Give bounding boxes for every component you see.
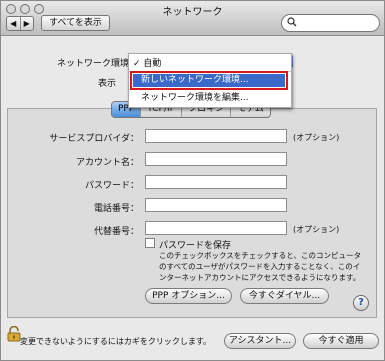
account-name-input[interactable] xyxy=(145,152,287,166)
phone-number-input[interactable] xyxy=(145,198,287,212)
alternate-number-optional-note: (オプション) xyxy=(293,225,340,234)
help-icon[interactable]: ? xyxy=(353,295,369,311)
menu-item-edit-locations[interactable]: ネットワーク環境を編集... xyxy=(141,90,249,103)
save-password-description: このチェックボックスをチェックすると、このコンピュータのすべてのユーザがパスワー… xyxy=(159,251,361,282)
search-field[interactable] xyxy=(281,14,380,32)
field-label-service-provider: サービスプロバイダ： xyxy=(49,134,139,144)
search-icon xyxy=(287,17,297,27)
field-label-password: パスワード： xyxy=(84,181,139,191)
location-dropdown-menu: ✓ 自動 新しいネットワーク環境... ネットワーク環境を編集... xyxy=(128,53,292,108)
dial-now-button[interactable]: 今すぐダイヤル... xyxy=(240,288,329,304)
menu-item-automatic[interactable]: ✓ 自動 xyxy=(133,56,161,69)
save-password-checkbox[interactable] xyxy=(145,238,155,248)
menu-item-new-location[interactable]: 新しいネットワーク環境... xyxy=(130,71,288,90)
service-provider-input[interactable] xyxy=(145,129,287,143)
field-label-alternate-number: 代替番号： xyxy=(93,227,139,237)
service-provider-optional-note: (オプション) xyxy=(293,133,340,142)
network-preferences-window: ネットワーク ◀ ▶ すべてを表示 ネットワーク環境： 表示 ✓ 自動 新しいネ… xyxy=(0,0,385,361)
back-icon[interactable]: ◀ xyxy=(7,17,21,30)
field-label-account-name: アカウント名： xyxy=(75,158,139,168)
checkmark-icon: ✓ xyxy=(133,59,141,69)
show-all-button[interactable]: すべてを表示 xyxy=(41,15,110,31)
nav-back-forward: ◀ ▶ xyxy=(6,16,34,31)
assistant-button[interactable]: アシスタント... xyxy=(224,333,296,349)
show-label: 表示 xyxy=(98,79,117,89)
ppp-options-button[interactable]: PPP オプション... xyxy=(145,288,232,304)
lock-icon[interactable] xyxy=(7,326,21,342)
lock-hint-text: 変更できないようにするにはカギをクリックします。 xyxy=(20,337,212,346)
title-bar: ネットワーク ◀ ▶ すべてを表示 xyxy=(1,1,384,36)
location-label: ネットワーク環境： xyxy=(57,59,139,69)
field-label-phone-number: 電話番号： xyxy=(93,204,139,214)
menu-separator xyxy=(129,71,291,72)
apply-now-button[interactable]: 今すぐ適用 xyxy=(303,333,379,349)
forward-icon[interactable]: ▶ xyxy=(21,17,34,30)
password-input[interactable] xyxy=(145,175,287,189)
alternate-number-input[interactable] xyxy=(145,221,287,235)
